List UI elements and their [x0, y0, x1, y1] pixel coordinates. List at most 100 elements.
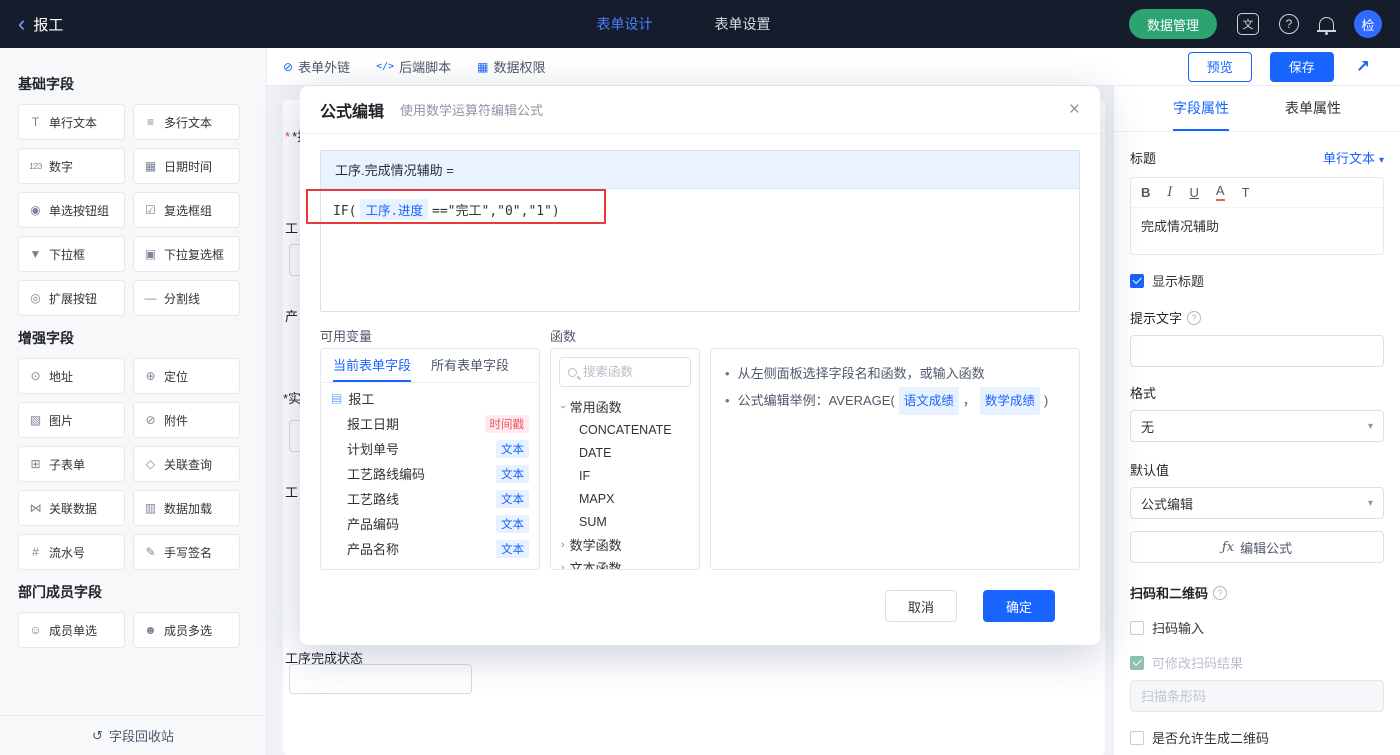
type-badge: 文本	[496, 539, 529, 558]
tab-form-properties[interactable]: 表单属性	[1285, 86, 1341, 131]
field-button-radio-group[interactable]: ◉ 单选按钮组	[18, 192, 125, 228]
field-button-address[interactable]: ⊙ 地址	[18, 358, 125, 394]
variable-item[interactable]: 计划单号 文本	[321, 436, 539, 461]
font-size-button[interactable]: T	[1242, 185, 1250, 200]
function-item[interactable]: SUM	[551, 510, 699, 533]
multi-select-icon: ▣	[144, 247, 157, 261]
confirm-button[interactable]: 确定	[983, 590, 1055, 622]
font-color-button[interactable]: A	[1215, 184, 1225, 201]
scan-input-checkbox-row[interactable]: 扫码输入	[1130, 618, 1384, 637]
variable-tree-root[interactable]: ▤ 报工	[321, 385, 539, 411]
formula-prefix: IF(	[333, 204, 357, 219]
close-icon[interactable]: ×	[1069, 100, 1080, 119]
help-tooltip-icon[interactable]: ?	[1213, 585, 1228, 600]
field-button-member-multi[interactable]: ☻ 成员多选	[133, 612, 240, 648]
variable-item[interactable]: 产品名称 文本	[321, 536, 539, 561]
save-button[interactable]: 保存	[1269, 51, 1334, 82]
field-button-signature[interactable]: ✎ 手写签名	[133, 534, 240, 570]
field-button-serial-number[interactable]: # 流水号	[18, 534, 125, 570]
back-icon[interactable]: ‹	[18, 13, 25, 35]
toolbar-item-external-link[interactable]: ⊘ 表单外链	[283, 57, 350, 76]
field-button-linked-data[interactable]: ⋈ 关联数据	[18, 490, 125, 526]
format-select[interactable]: 无 ▾	[1130, 410, 1384, 442]
linked-data-icon: ⋈	[29, 501, 42, 515]
allow-qr-checkbox-row[interactable]: 是否允许生成二维码	[1130, 728, 1384, 747]
toolbar-item-data-permission[interactable]: ▦ 数据权限	[477, 57, 545, 76]
scan-editable-checkbox-row[interactable]: 可修改扫码结果	[1130, 653, 1384, 672]
function-group-math[interactable]: › 数学函数	[551, 533, 699, 556]
function-item[interactable]: DATE	[551, 441, 699, 464]
function-item[interactable]: IF	[551, 464, 699, 487]
process-status-input[interactable]	[289, 664, 472, 694]
default-value-label: 默认值	[1130, 463, 1170, 478]
function-item[interactable]: MAPX	[551, 487, 699, 510]
help-tooltip-icon[interactable]: ?	[1187, 310, 1202, 325]
field-button-data-load[interactable]: ▥ 数据加载	[133, 490, 240, 526]
default-value-select[interactable]: 公式编辑 ▾	[1130, 487, 1384, 519]
chevron-icon: ›	[561, 561, 565, 570]
cancel-button[interactable]: 取消	[885, 590, 957, 622]
function-search[interactable]	[559, 357, 691, 387]
select-icon: ▼	[29, 247, 42, 261]
field-button-member-single[interactable]: ☺ 成员单选	[18, 612, 125, 648]
radio-group-icon: ◉	[30, 203, 41, 217]
tab-form-design[interactable]: 表单设计	[596, 14, 652, 34]
field-type-dropdown[interactable]: 单行文本 ▾	[1323, 148, 1384, 167]
function-search-input[interactable]	[583, 365, 682, 379]
scan-input-label: 扫码输入	[1152, 621, 1205, 636]
function-group-common[interactable]: › 常用函数	[551, 395, 699, 418]
field-button-extend-button[interactable]: ◎ 扩展按钮	[18, 280, 125, 316]
section-title-basic-fields: 基础字段	[18, 76, 74, 92]
field-button-divider[interactable]: — 分割线	[133, 280, 240, 316]
field-button-select[interactable]: ▼ 下拉框	[18, 236, 125, 272]
data-load-icon: ▥	[144, 501, 157, 515]
field-button-location[interactable]: ⊕ 定位	[133, 358, 240, 394]
variable-item[interactable]: 工艺路线编码 文本	[321, 461, 539, 486]
field-button-subform[interactable]: ⊞ 子表单	[18, 446, 125, 482]
field-recycle-bin[interactable]: ↺ 字段回收站	[0, 715, 266, 755]
avatar[interactable]: 检	[1354, 10, 1382, 38]
underline-button[interactable]: U	[1190, 185, 1199, 200]
type-badge: 文本	[496, 489, 529, 508]
data-permission-icon: ▦	[477, 59, 489, 74]
share-icon[interactable]: ↗	[1356, 57, 1370, 77]
tab-current-form-fields[interactable]: 当前表单字段	[333, 349, 412, 382]
checkbox-checked-icon[interactable]	[1130, 273, 1144, 288]
bold-button[interactable]: B	[1141, 185, 1150, 200]
title-value-input[interactable]: 完成情况辅助	[1131, 208, 1383, 254]
external-link-icon: ⊘	[283, 59, 294, 74]
field-button-checkbox-group[interactable]: ☑ 复选框组	[133, 192, 240, 228]
checkbox-unchecked-icon[interactable]	[1130, 730, 1144, 745]
field-button-image[interactable]: ▧ 图片	[18, 402, 125, 438]
tab-all-form-fields[interactable]: 所有表单字段	[431, 349, 509, 382]
field-button-linked-query[interactable]: ◇ 关联查询	[133, 446, 240, 482]
checkbox-unchecked-icon[interactable]	[1130, 620, 1144, 635]
field-button-datetime[interactable]: ▦ 日期时间	[133, 148, 240, 184]
translate-icon[interactable]: 文	[1237, 13, 1259, 35]
field-button-multi-select[interactable]: ▣ 下拉复选框	[133, 236, 240, 272]
field-button-attachment[interactable]: ⊘ 附件	[133, 402, 240, 438]
variable-item[interactable]: 产品编码 文本	[321, 511, 539, 536]
function-item[interactable]: CONCATENATE	[551, 418, 699, 441]
field-button-multi-line-text[interactable]: ≡ 多行文本	[133, 104, 240, 140]
edit-formula-button[interactable]: ƒx 编辑公式	[1130, 531, 1384, 563]
checkbox-checked-disabled-icon	[1130, 655, 1144, 670]
formula-input-area[interactable]: IF(工序.进度 =="完工","0","1")	[321, 189, 1079, 311]
variable-item[interactable]: 工艺路线 文本	[321, 486, 539, 511]
hint-input[interactable]	[1130, 335, 1384, 367]
preview-button[interactable]: 预览	[1187, 51, 1252, 82]
function-group-text[interactable]: › 文本函数	[551, 556, 699, 570]
show-title-checkbox-row[interactable]: 显示标题	[1130, 271, 1384, 290]
chevron-down-icon: ▾	[1378, 155, 1384, 166]
tab-form-settings[interactable]: 表单设置	[714, 14, 770, 34]
notification-bell-icon[interactable]	[1317, 16, 1336, 35]
field-button-number[interactable]: 123 数字	[18, 148, 125, 184]
variable-item[interactable]: 报工日期 时间戳	[321, 411, 539, 436]
tab-field-properties[interactable]: 字段属性	[1173, 86, 1229, 131]
chevron-icon: ›	[556, 404, 569, 409]
italic-button[interactable]: I	[1167, 185, 1172, 200]
help-icon[interactable]: ?	[1279, 14, 1299, 34]
field-button-single-line-text[interactable]: T 单行文本	[18, 104, 125, 140]
toolbar-item-backend-script[interactable]: </> 后端脚本	[376, 57, 451, 76]
data-manage-button[interactable]: 数据管理	[1128, 9, 1217, 39]
